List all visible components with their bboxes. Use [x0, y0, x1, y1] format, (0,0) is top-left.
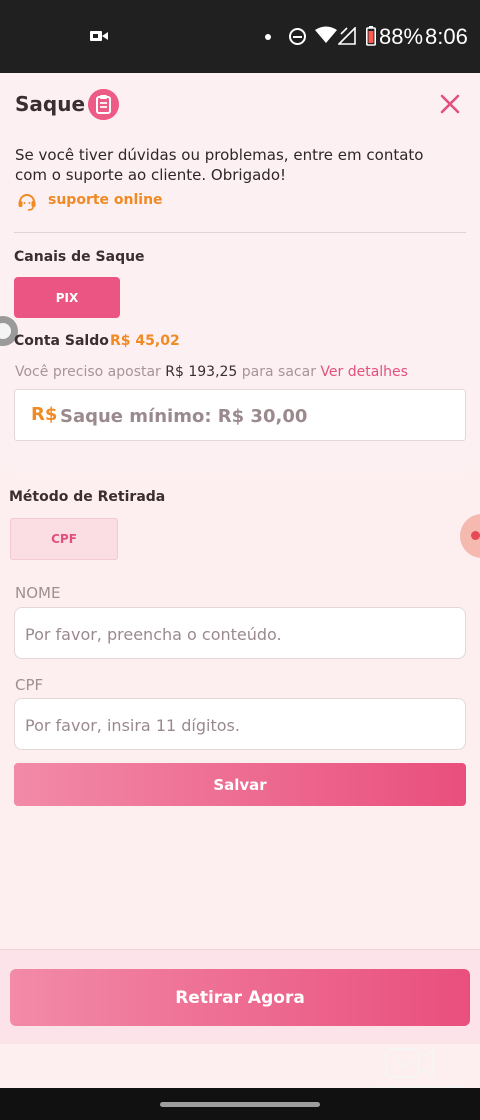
name-field[interactable] — [14, 607, 466, 659]
clock-time: 8:06 — [425, 24, 468, 49]
withdraw-amount-input[interactable] — [60, 402, 450, 430]
withdraw-now-button[interactable]: Retirar Agora — [10, 969, 470, 1026]
clipboard-icon — [88, 89, 119, 120]
wager-prefix: Você preciso apostar — [15, 364, 161, 380]
balance-label: Conta Saldo — [14, 333, 109, 349]
withdraw-amount-field[interactable]: R$ — [14, 389, 466, 441]
notification-dot-icon — [265, 34, 271, 40]
wager-suffix: para sacar — [241, 364, 316, 380]
balance-value: R$ 45,02 — [110, 333, 180, 349]
cpf-method-button[interactable]: CPF — [10, 518, 118, 560]
save-button[interactable]: Salvar — [14, 763, 466, 806]
home-gesture-handle[interactable] — [160, 1102, 320, 1107]
withdraw-channels-label: Canais de Saque — [14, 249, 145, 265]
cpf-input[interactable] — [25, 711, 450, 739]
pix-channel-button[interactable]: PIX — [14, 277, 120, 318]
withdraw-method-label: Método de Retirada — [9, 489, 166, 505]
support-notice: Se você tiver dúvidas ou problemas, entr… — [15, 146, 424, 184]
do-not-disturb-icon — [289, 28, 306, 45]
wager-requirement: Você preciso apostar R$ 193,25 para saca… — [15, 364, 408, 380]
cpf-field[interactable] — [14, 698, 466, 750]
cpf-field-label: CPF — [15, 676, 44, 694]
wifi-icon — [315, 26, 337, 43]
video-recorder-icon — [385, 1048, 434, 1078]
view-details-link[interactable]: Ver detalhes — [320, 364, 408, 380]
close-icon[interactable] — [436, 90, 464, 118]
wager-amount: R$ 193,25 — [165, 364, 238, 380]
withdraw-screen — [0, 73, 480, 1088]
cell-signal-icon — [338, 27, 356, 45]
battery-percent: 88% — [379, 24, 424, 49]
page-title: Saque — [15, 92, 86, 116]
battery-icon — [366, 26, 376, 46]
name-input[interactable] — [25, 620, 450, 648]
support-online-link[interactable]: suporte online — [48, 192, 163, 208]
video-camera-icon — [90, 31, 108, 41]
status-bar: 88% 8:06 — [0, 0, 480, 73]
divider — [14, 232, 466, 233]
currency-prefix: R$ — [31, 404, 58, 425]
name-field-label: NOME — [15, 584, 61, 602]
headset-icon[interactable] — [16, 190, 38, 212]
